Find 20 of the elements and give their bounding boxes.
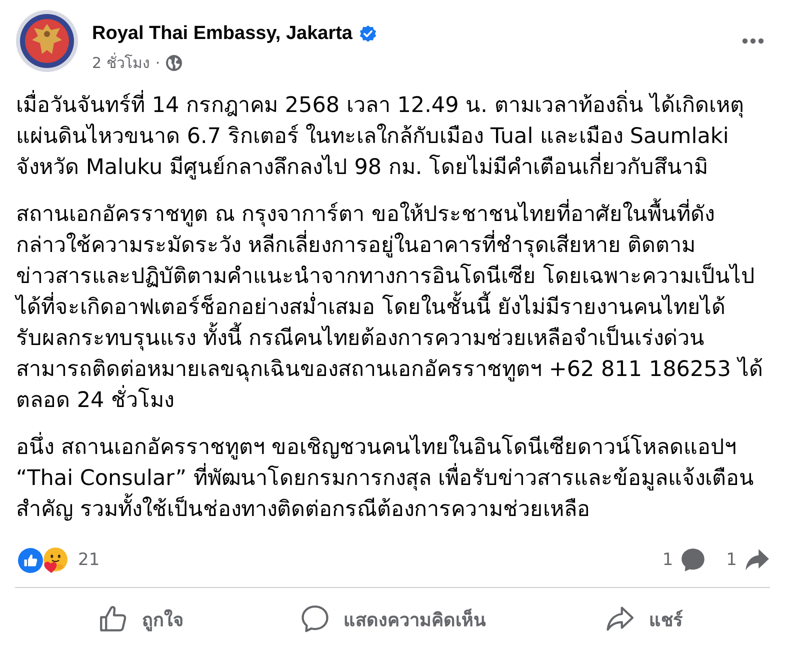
post-paragraph: อนึ่ง สถานเอกอัครราชทูตฯ ขอเชิญชวนคนไทยในอินโดนีเซียดาวน์โหลดแอปฯ “Thai Consular” ที่พัฒนาโดยกรมการกงสุล เพื่อรับข่าวสารและข้อมูลแจ้งเตือน สำคัญ รวมทั้งใช้เป็นช่องทางติดต่อกรณีต้องการความช่วยเหลือ	[16, 432, 784, 525]
more-icon	[742, 38, 764, 44]
thumbs-up-icon	[98, 604, 128, 634]
comment-icon	[680, 547, 706, 574]
comment-button[interactable]: แสดงความคิดเห็น	[266, 595, 518, 644]
like-reaction-icon	[18, 548, 43, 573]
globe-icon	[166, 55, 182, 71]
care-reaction-icon	[41, 546, 68, 574]
comment-bubble-icon	[300, 604, 330, 634]
post-paragraph: เมื่อวันจันทร์ที่ 14 กรกฎาคม 2568 เวลา 12.49 น. ตามเวลาท้องถิ่น ได้เกิดเหตุ แผ่นดินไหวขนาด 6.7 ริกเตอร์ ในทะเลใกล้กับเมือง Tual และเมือง Saumlaki จังหวัด Maluku มีศูนย์กลางลึกลงไป 98 กม. โดยไม่มีคำเตือนเกี่ยวกับสึนามิ	[16, 90, 784, 183]
post-time[interactable]: 2 ชั่วโมง	[92, 53, 150, 73]
like-button[interactable]: ถูกใจ	[15, 595, 267, 644]
separator-dot: ·	[155, 53, 160, 73]
share-count[interactable]: 1	[726, 547, 770, 574]
author-name[interactable]: Royal Thai Embassy, Jakarta	[92, 22, 352, 46]
emblem-icon[interactable]	[16, 10, 78, 72]
post-paragraph: สถานเอกอัครราชทูต ณ กรุงจาการ์ตา ขอให้ประชาชนไทยที่อาศัยในพื้นที่ดัง กล่าวใช้ความระมัดระวัง หลีกเลี่ยงการอยู่ในอาคารที่ชำรุดเสียหาย ติดตาม ข่าวสารและปฏิบัติตามคำแนะนำจากทางการอินโดนีเซีย โดยเฉพาะความเป็นไป ได้ที่จะเกิดอาฟเตอร์ช็อกอย่างสม่ำเสมอ โดยในชั้นนี้ ยังไม่มีรายงานคนไทยได้ รับผลกระทบรุนแรง ทั้งนี้ กรณีคนไทยต้องการความช่วยเหลือจำเป็นเร่งด่วน สามารถติดต่อหมายเลขฉุกเฉินของสถานเอกอัครราชทูตฯ +62 811 186253 ได้ ตลอด 24 ชั่วโมง	[16, 199, 784, 416]
reactions-summary[interactable]: 21	[18, 546, 100, 574]
comment-count[interactable]: 1	[662, 547, 706, 574]
share-button[interactable]: แชร์	[518, 595, 770, 644]
